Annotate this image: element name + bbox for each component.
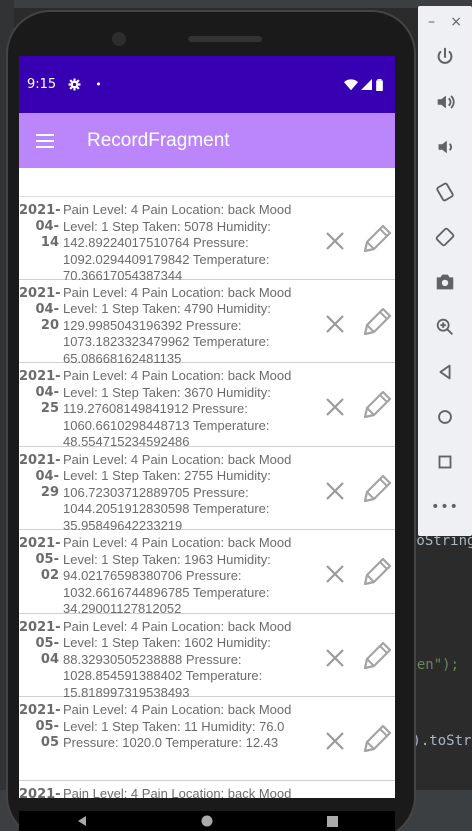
- pencil-icon: [363, 724, 392, 753]
- settings-gear-icon: [68, 78, 81, 91]
- record-details: Pain Level: 4 Pain Location: back Mood L…: [63, 535, 292, 616]
- minimize-button[interactable]: –: [428, 14, 435, 34]
- volume-up-button[interactable]: [418, 79, 472, 124]
- record-date: 2021- 05-04: [19, 619, 61, 667]
- camera-icon: [436, 274, 454, 289]
- record-row: 2021- 04-25 Pain Level: 4 Pain Location: …: [19, 363, 395, 449]
- record-row: 2021- 05-16Pain Level: 4 Pain Location: …: [19, 781, 395, 799]
- phone-front-camera: [112, 32, 126, 46]
- wifi-icon: [344, 78, 358, 90]
- delete-record-button[interactable]: [321, 310, 349, 338]
- menu-hamburger-icon[interactable]: [36, 133, 54, 148]
- rotate-right-icon: [435, 227, 455, 246]
- pencil-icon: [363, 307, 392, 335]
- record-date: 2021- 04-29: [19, 452, 61, 500]
- rotate-left-button[interactable]: [418, 169, 472, 214]
- record-details: Pain Level: 4 Pain Location: back Mood L…: [63, 702, 292, 750]
- delete-record-button[interactable]: [321, 644, 349, 672]
- edit-record-button[interactable]: [359, 638, 395, 674]
- record-row: 2021- 05-04 Pain Level: 4 Pain Location: …: [19, 614, 395, 700]
- back-icon: [439, 364, 451, 379]
- record-list: 2021- 04-14 Pain Level: 4 Pain Location: …: [19, 196, 395, 798]
- delete-record-button[interactable]: [321, 560, 349, 588]
- emulator-home-button[interactable]: [418, 394, 472, 439]
- close-x-icon: [326, 481, 344, 500]
- cell-signal-icon: [361, 79, 372, 90]
- delete-record-button[interactable]: [321, 393, 349, 421]
- close-x-icon: [326, 232, 344, 250]
- pencil-icon: [363, 390, 392, 419]
- record-row: 2021- 04-29 Pain Level: 4 Pain Location: …: [19, 447, 395, 533]
- volume-down-icon: [438, 140, 452, 153]
- record-date: 2021- 05-16: [19, 786, 61, 799]
- pencil-icon: [363, 474, 392, 502]
- volume-up-icon: [437, 94, 455, 109]
- close-x-icon: [326, 565, 344, 583]
- pencil-icon: [363, 557, 392, 586]
- phone-speaker: [188, 36, 262, 42]
- record-row: 2021- 04-20 Pain Level: 4 Pain Location: …: [19, 280, 395, 366]
- record-details: Pain Level: 4 Pain Location: back Mood L…: [63, 284, 292, 366]
- emulator-overview-button[interactable]: [418, 439, 472, 484]
- power-button[interactable]: [418, 34, 472, 79]
- rotate-right-button[interactable]: [418, 214, 472, 259]
- status-notification-dot: •: [95, 78, 102, 91]
- record-date: 2021- 05-05: [19, 703, 61, 750]
- delete-record-button[interactable]: [321, 727, 349, 755]
- pencil-icon: [363, 641, 392, 669]
- emulator-toolbar: – × •••: [418, 6, 472, 536]
- record-row: 2021- 05-05 Pain Level: 4 Pain Location: …: [19, 697, 395, 781]
- close-x-icon: [326, 314, 344, 333]
- nav-back-icon[interactable]: [76, 815, 88, 827]
- volume-down-button[interactable]: [418, 124, 472, 169]
- edit-record-button[interactable]: [359, 471, 395, 507]
- record-details: Pain Level: 4 Pain Location: back Mood L…: [63, 368, 292, 449]
- rotate-left-icon: [436, 182, 454, 201]
- edit-record-button[interactable]: [359, 221, 395, 257]
- record-details: Pain Level: 4 Pain Location: back Mood L…: [63, 618, 292, 700]
- edit-record-button[interactable]: [359, 304, 395, 340]
- battery-icon: [376, 78, 383, 91]
- pencil-icon: [363, 224, 392, 253]
- emulator-window-controls: – ×: [418, 6, 472, 34]
- nav-home-icon[interactable]: [201, 815, 213, 827]
- nav-overview-icon[interactable]: [327, 815, 339, 827]
- more-button[interactable]: •••: [418, 484, 472, 529]
- edit-record-button[interactable]: [359, 554, 395, 590]
- status-bar: 9:15 •: [19, 56, 395, 113]
- status-time: 9:15: [27, 77, 57, 92]
- close-x-icon: [326, 732, 344, 750]
- edit-record-button[interactable]: [359, 721, 395, 757]
- close-button[interactable]: ×: [450, 14, 462, 34]
- page-title: RecordFragment: [87, 129, 230, 151]
- edit-record-button[interactable]: [359, 387, 395, 423]
- delete-record-button[interactable]: [321, 227, 349, 255]
- screenshot-button[interactable]: [418, 259, 472, 304]
- zoom-icon: [436, 318, 453, 335]
- app-bar: RecordFragment: [19, 113, 395, 168]
- record-details: Pain Level: 4 Pain Location: back Mood L…: [63, 202, 292, 283]
- record-details: Pain Level: 4 Pain Location: back Mood L…: [63, 785, 292, 799]
- record-date: 2021- 04-14: [19, 203, 61, 250]
- record-row: 2021- 04-14 Pain Level: 4 Pain Location: …: [19, 196, 395, 283]
- close-x-icon: [326, 648, 344, 667]
- record-date: 2021- 04-25: [19, 369, 61, 416]
- phone-screen: 9:15 • RecordFragment 2021- 04-14 Pain Le…: [19, 56, 395, 798]
- home-icon: [438, 409, 452, 424]
- delete-record-button[interactable]: [321, 477, 349, 505]
- record-details: Pain Level: 4 Pain Location: back Mood L…: [63, 451, 292, 533]
- record-row: 2021- 05-02 Pain Level: 4 Pain Location: …: [19, 530, 395, 616]
- ide-tab-strip: [0, 0, 472, 8]
- emulator-back-button[interactable]: [418, 349, 472, 394]
- zoom-button[interactable]: [418, 304, 472, 349]
- android-nav-bar: [19, 811, 395, 831]
- record-date: 2021- 05-02: [19, 536, 61, 583]
- record-date: 2021- 04-20: [19, 285, 61, 333]
- power-icon: [437, 47, 453, 64]
- close-x-icon: [326, 398, 344, 416]
- overview-icon: [438, 455, 452, 468]
- more-icon: •••: [431, 498, 459, 515]
